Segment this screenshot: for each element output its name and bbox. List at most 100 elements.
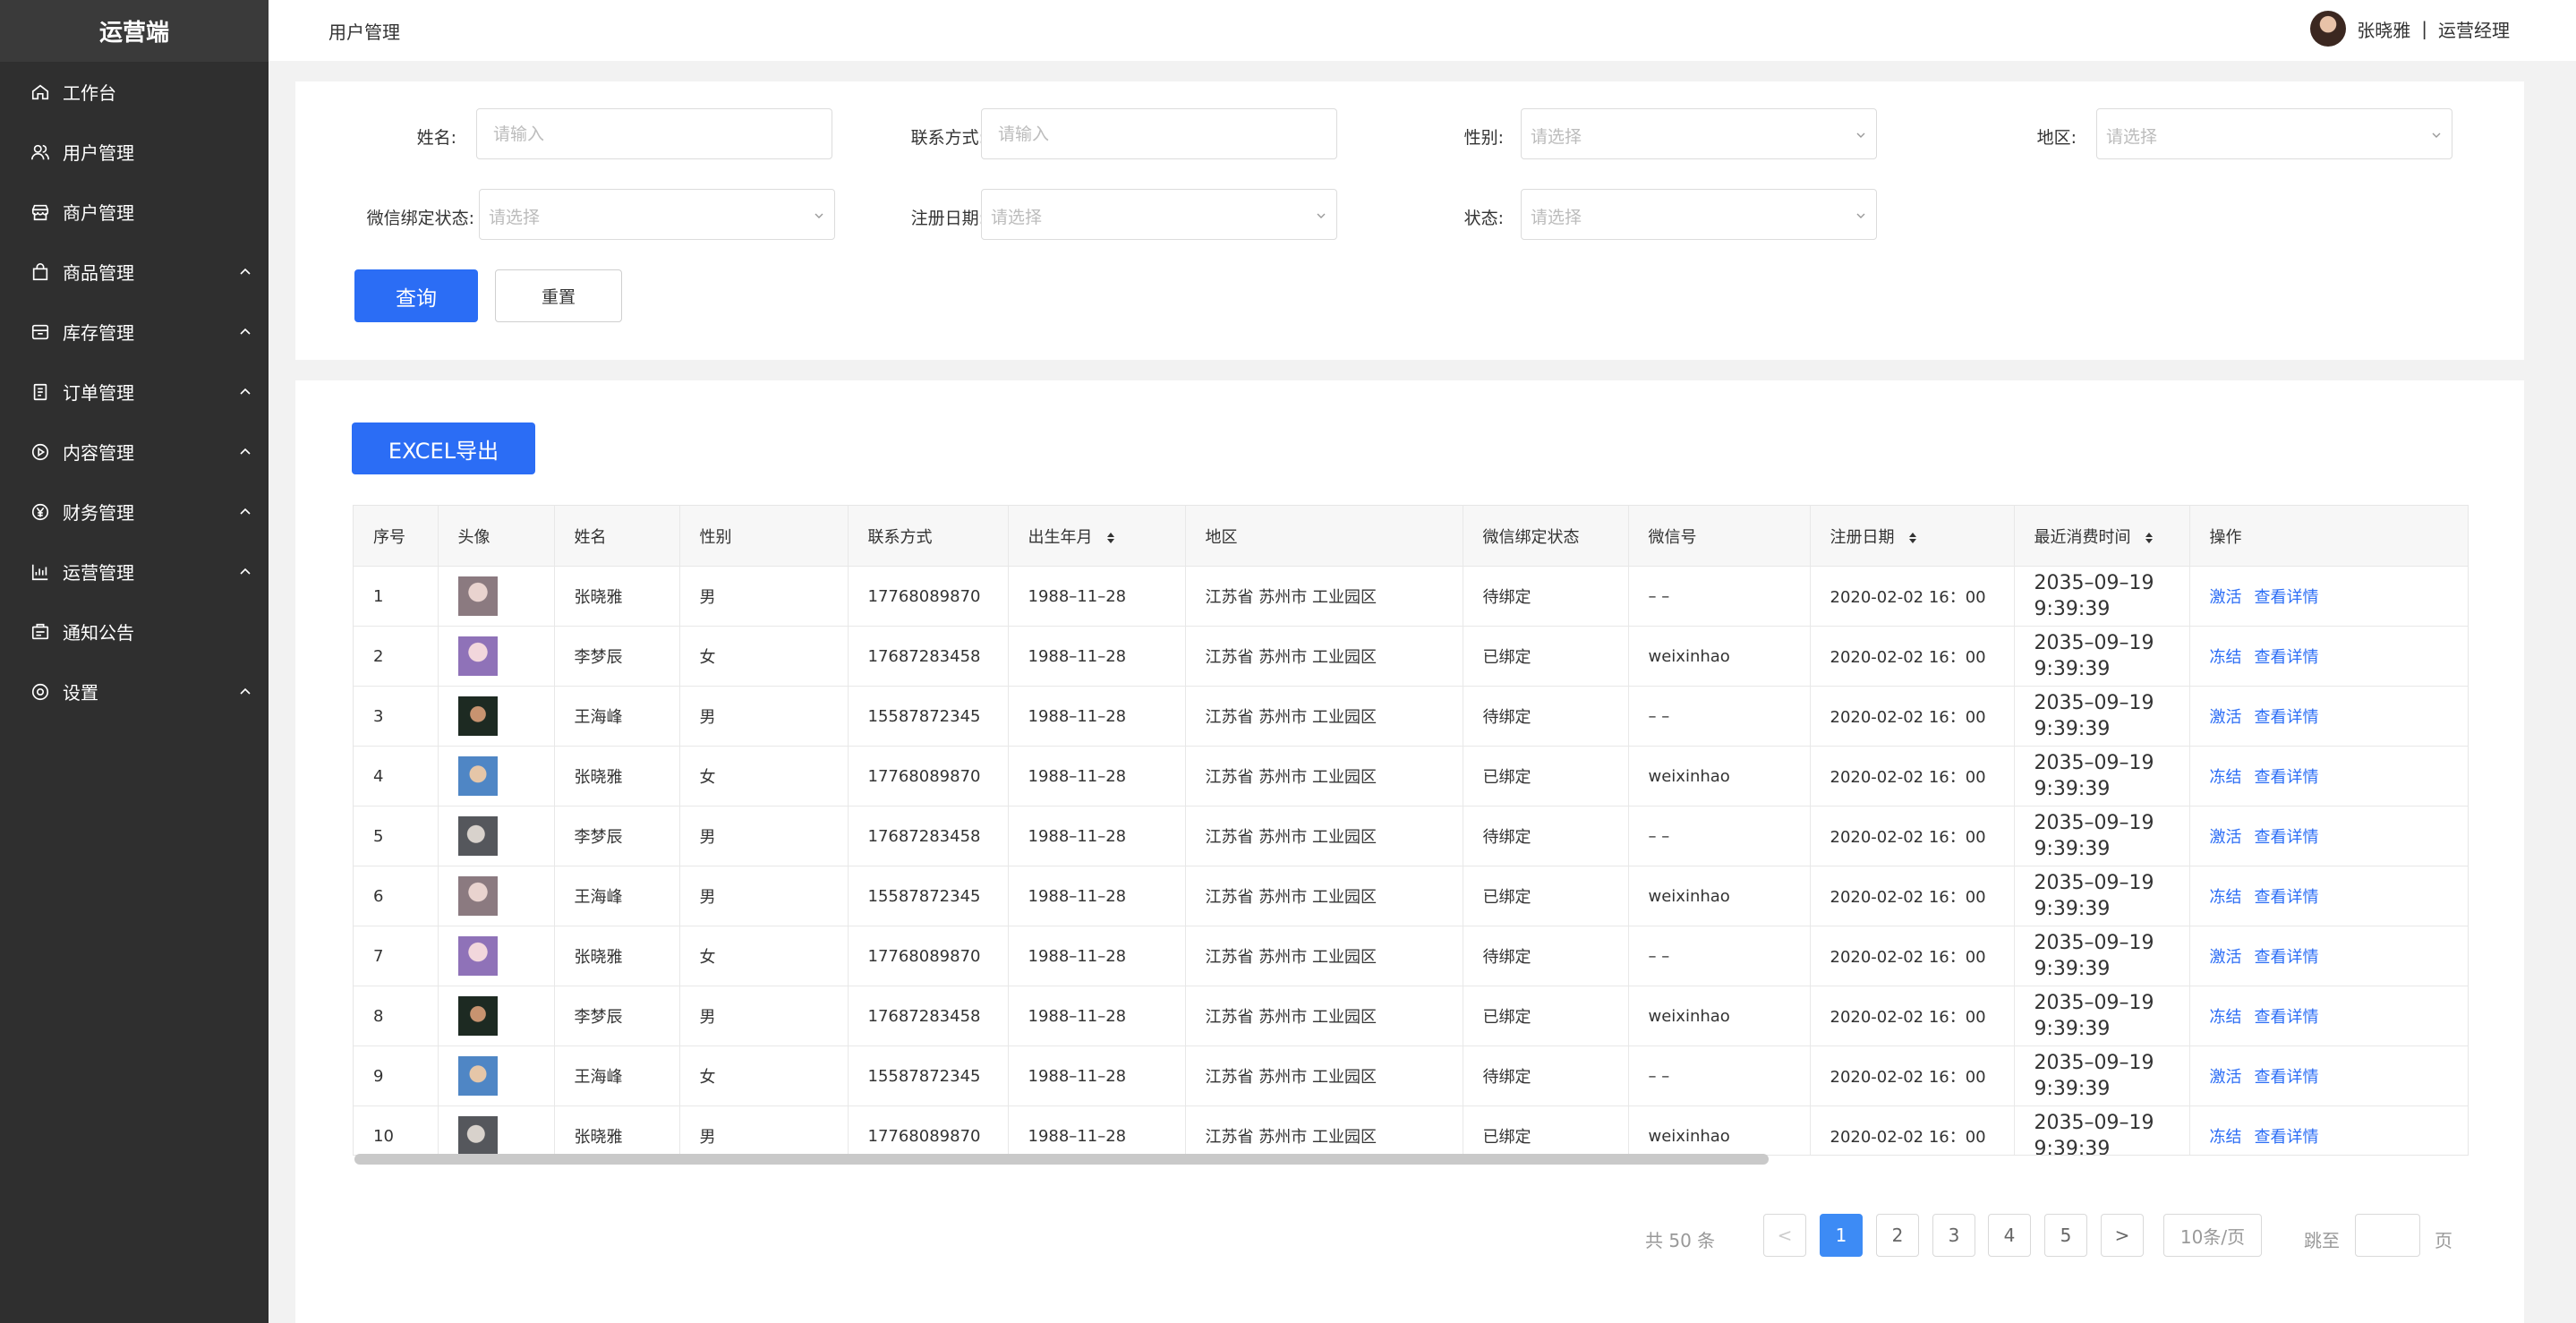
sidebar-item-label: 通知公告 <box>63 622 134 644</box>
cell-avatar <box>438 626 555 687</box>
page-size-select[interactable]: 10条/页 <box>2163 1214 2262 1257</box>
row-view-detail-link[interactable]: 查看详情 <box>2255 648 2319 667</box>
table-row: 3 王海峰男 15587872345 1988–11–28 江苏省 苏州市 工业园区 待绑… <box>354 686 2468 747</box>
cell-index: 1 <box>354 566 439 627</box>
cell-birth: 1988–11–28 <box>1008 1105 1186 1155</box>
table-row: 2 李梦辰女 17687283458 1988–11–28 江苏省 苏州市 工业园区 已绑… <box>354 626 2468 687</box>
column-header-wechat-status: 微信绑定状态 <box>1463 506 1629 567</box>
row-toggle-status-link[interactable]: 激活 <box>2210 828 2242 847</box>
chevron-up-icon <box>240 568 251 575</box>
sidebar-item-users[interactable]: 用户管理 <box>0 122 269 182</box>
region-select[interactable]: 请选择 <box>2096 108 2452 159</box>
jump-page-input[interactable] <box>2355 1214 2420 1257</box>
cell-wechat-status: 待绑定 <box>1463 806 1629 866</box>
cell-index: 7 <box>354 926 439 986</box>
sidebar-item-label: 财务管理 <box>63 502 134 524</box>
name-field[interactable] <box>476 108 832 159</box>
sidebar-item-products[interactable]: 商品管理 <box>0 242 269 302</box>
chevron-down-icon <box>2432 132 2441 138</box>
row-toggle-status-link[interactable]: 激活 <box>2210 588 2242 607</box>
row-view-detail-link[interactable]: 查看详情 <box>2255 1008 2319 1027</box>
cell-birth: 1988–11–28 <box>1008 866 1186 926</box>
row-toggle-status-link[interactable]: 冻结 <box>2210 888 2242 907</box>
sidebar-item-label: 订单管理 <box>63 382 134 404</box>
cell-actions: 激活 查看详情 <box>2189 1046 2468 1106</box>
sort-icon[interactable] <box>1907 531 1918 545</box>
sidebar-item-inventory[interactable]: 库存管理 <box>0 302 269 362</box>
column-header-regdate[interactable]: 注册日期 <box>1810 506 2015 567</box>
query-button[interactable]: 查询 <box>354 269 478 322</box>
row-toggle-status-link[interactable]: 冻结 <box>2210 768 2242 787</box>
wechat-status-select[interactable]: 请选择 <box>479 189 835 240</box>
contact-input[interactable] <box>982 109 1336 158</box>
cell-phone: 17768089870 <box>848 746 1009 807</box>
cell-wechat-id: – – <box>1628 806 1811 866</box>
user-role: 运营经理 <box>2438 19 2510 41</box>
cell-actions: 冻结 查看详情 <box>2189 626 2468 687</box>
sidebar-item-finance[interactable]: 财务管理 <box>0 482 269 542</box>
cell-wechat-id: weixinhao <box>1628 1105 1811 1155</box>
row-toggle-status-link[interactable]: 激活 <box>2210 948 2242 967</box>
row-view-detail-link[interactable]: 查看详情 <box>2255 888 2319 907</box>
sidebar-item-label: 内容管理 <box>63 442 134 464</box>
gender-select[interactable]: 请选择 <box>1521 108 1877 159</box>
cell-region: 江苏省 苏州市 工业园区 <box>1185 686 1463 747</box>
sidebar-item-merchants[interactable]: 商户管理 <box>0 182 269 242</box>
sidebar-item-settings[interactable]: 设置 <box>0 662 269 721</box>
user-separator: | <box>2421 18 2427 39</box>
cell-region: 江苏省 苏州市 工业园区 <box>1185 926 1463 986</box>
row-toggle-status-link[interactable]: 冻结 <box>2210 648 2242 667</box>
next-page-button[interactable]: > <box>2101 1214 2144 1257</box>
row-view-detail-link[interactable]: 查看详情 <box>2255 588 2319 607</box>
prev-page-button[interactable]: < <box>1763 1214 1806 1257</box>
page-button-1[interactable]: 1 <box>1820 1214 1863 1257</box>
cell-phone: 15587872345 <box>848 1046 1009 1106</box>
regdate-select[interactable]: 请选择 <box>981 189 1337 240</box>
contact-field[interactable] <box>981 108 1337 159</box>
horizontal-scrollbar[interactable] <box>354 1154 1769 1165</box>
user-avatar <box>457 996 498 1036</box>
excel-export-button[interactable]: EXCEL导出 <box>352 423 535 474</box>
page-button-2[interactable]: 2 <box>1876 1214 1919 1257</box>
sidebar-item-operations[interactable]: 运营管理 <box>0 542 269 602</box>
chevron-up-icon <box>240 328 251 335</box>
row-toggle-status-link[interactable]: 激活 <box>2210 1068 2242 1087</box>
yen-circle-icon <box>31 503 49 520</box>
user-avatar <box>457 936 498 976</box>
cell-wechat-status: 已绑定 <box>1463 1105 1629 1155</box>
cell-gender: 男 <box>679 986 849 1046</box>
cell-regdate: 2020-02-02 16：00 <box>1810 926 2015 986</box>
row-toggle-status-link[interactable]: 冻结 <box>2210 1128 2242 1147</box>
sort-icon[interactable] <box>2144 531 2154 545</box>
cell-phone: 15587872345 <box>848 686 1009 747</box>
user-avatar <box>457 1056 498 1096</box>
notice-icon <box>31 623 49 639</box>
row-view-detail-link[interactable]: 查看详情 <box>2255 708 2319 727</box>
name-input[interactable] <box>477 109 832 158</box>
column-header-birth[interactable]: 出生年月 <box>1008 506 1186 567</box>
row-view-detail-link[interactable]: 查看详情 <box>2255 1128 2319 1147</box>
status-select[interactable]: 请选择 <box>1521 189 1877 240</box>
row-view-detail-link[interactable]: 查看详情 <box>2255 768 2319 787</box>
table-row: 1 张晓雅男 17768089870 1988–11–28 江苏省 苏州市 工业园区 待绑… <box>354 566 2468 627</box>
page-button-5[interactable]: 5 <box>2044 1214 2087 1257</box>
cell-gender: 女 <box>679 1046 849 1106</box>
page-button-4[interactable]: 4 <box>1988 1214 2031 1257</box>
row-view-detail-link[interactable]: 查看详情 <box>2255 1068 2319 1087</box>
reset-button[interactable]: 重置 <box>495 269 622 322</box>
user-menu[interactable]: 张晓雅 | 运营经理 <box>2310 11 2510 47</box>
sidebar: 运营端 工作台 用户管理 商户管理 商品管理 库存管理 订单管理 内容管理 财务… <box>0 0 269 1323</box>
sidebar-item-workbench[interactable]: 工作台 <box>0 62 269 122</box>
column-header-last-time[interactable]: 最近消费时间 <box>2014 506 2190 567</box>
row-toggle-status-link[interactable]: 冻结 <box>2210 1008 2242 1027</box>
cell-phone: 17768089870 <box>848 926 1009 986</box>
topbar <box>269 0 2576 61</box>
row-toggle-status-link[interactable]: 激活 <box>2210 708 2242 727</box>
row-view-detail-link[interactable]: 查看详情 <box>2255 828 2319 847</box>
sort-icon[interactable] <box>1105 531 1116 545</box>
page-button-3[interactable]: 3 <box>1932 1214 1975 1257</box>
sidebar-item-notice[interactable]: 通知公告 <box>0 602 269 662</box>
sidebar-item-content[interactable]: 内容管理 <box>0 422 269 482</box>
sidebar-item-orders[interactable]: 订单管理 <box>0 362 269 422</box>
row-view-detail-link[interactable]: 查看详情 <box>2255 948 2319 967</box>
